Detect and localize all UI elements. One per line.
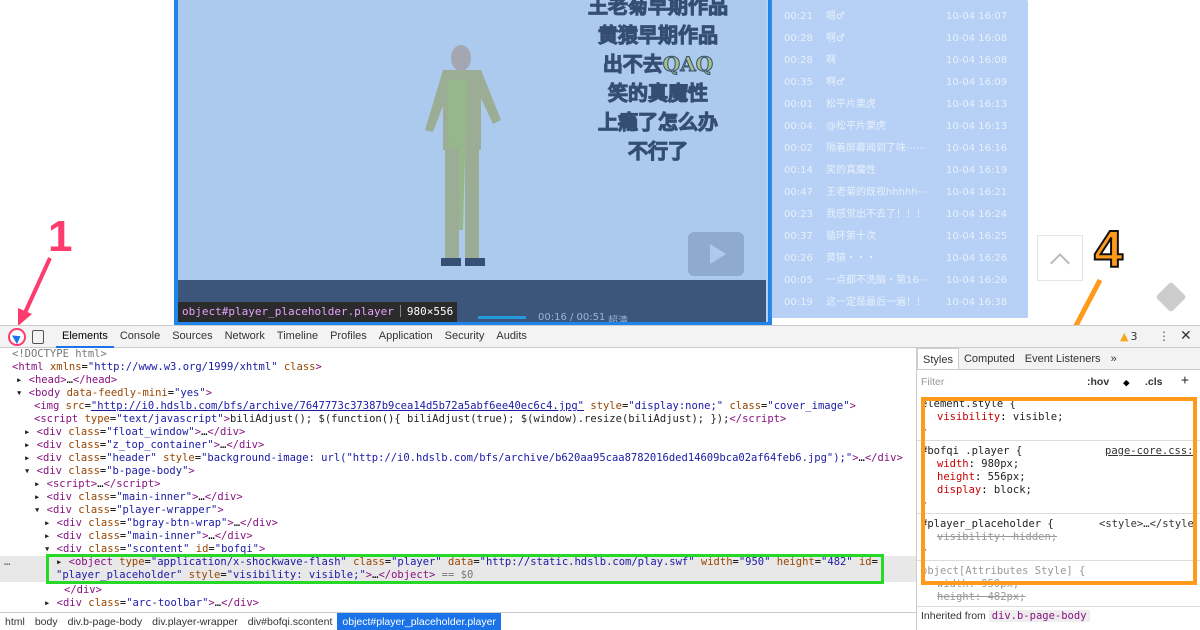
dom-line[interactable]: ▸ <script>…</script> [34,478,160,491]
inherited-label: Inherited from [921,610,986,622]
dom-line[interactable]: </div> [64,584,102,597]
tab-timeline[interactable]: Timeline [271,326,324,348]
tab-computed[interactable]: Computed [959,348,1020,369]
color-format-icon[interactable]: ◆ [1123,376,1130,389]
dom-line[interactable]: <!DOCTYPE html> [12,348,107,361]
selected-node-highlight [46,554,884,584]
annotation-4: 4 [1093,220,1124,280]
dom-line[interactable]: ▸ <div class="float_window">…</div> [24,426,245,439]
dom-line[interactable]: ▸ <head>…</head> [16,374,117,387]
dom-line[interactable]: <img src="http://i0.hdslb.com/bfs/archiv… [34,400,856,413]
breadcrumb-item[interactable]: div.player-wrapper [147,613,243,630]
dom-line[interactable]: ▸ <div class="z_top_container">…</div> [24,439,264,452]
tab-application[interactable]: Application [373,326,439,348]
breadcrumb-item[interactable]: div.b-page-body [63,613,148,630]
inherited-target[interactable]: div.b-page-body [988,610,1090,622]
warning-count[interactable]: 3 [1120,330,1137,343]
inherited-from: Inherited from div.b-page-body [921,610,1090,622]
styles-pane: Styles Computed Event Listeners » Filter… [916,348,1200,630]
tab-security[interactable]: Security [439,326,491,348]
styles-highlight [921,397,1197,585]
breadcrumb-item-active[interactable]: object#player_placeholder.player [337,613,501,630]
inspect-element-icon[interactable] [8,328,26,346]
dom-tree: <!DOCTYPE html> <html xmlns="http://www.… [0,348,916,612]
close-icon[interactable]: ✕ [1180,328,1192,344]
dom-line[interactable]: <script type="text/javascript">biliAdjus… [34,413,786,426]
tab-sources[interactable]: Sources [166,326,218,348]
add-rule-icon[interactable]: + [1181,373,1189,388]
tab-event-listeners[interactable]: Event Listeners [1020,348,1106,369]
devtools-toolbar: Elements Console Sources Network Timelin… [0,326,1200,348]
breadcrumb-item[interactable]: html [0,613,30,630]
tab-elements[interactable]: Elements [56,326,114,348]
breadcrumb-item[interactable]: div#bofqi.scontent [243,613,338,630]
tab-styles[interactable]: Styles [917,348,959,369]
more-menu-icon[interactable]: ⋮ [1158,329,1170,343]
dom-line[interactable]: <html xmlns="http://www.w3.org/1999/xhtm… [12,361,322,374]
dom-line[interactable]: ▸ <div class="header" style="background-… [24,452,903,465]
dom-line[interactable]: ▾ <body data-feedly-mini="yes"> [16,387,212,400]
dom-line[interactable]: ▾ <div class="player-wrapper"> [34,504,224,517]
tab-network[interactable]: Network [219,326,271,348]
breadcrumb-item[interactable]: body [30,613,63,630]
tab-profiles[interactable]: Profiles [324,326,373,348]
dom-line[interactable]: ▾ <div class="b-page-body"> [24,465,195,478]
dom-line[interactable]: ▸ <div class="arc-toolbar">…</div> [44,597,259,610]
dom-line[interactable]: ▸ <div class="main-inner">…</div> [44,530,253,543]
arrow-1 [18,257,52,326]
dom-line[interactable]: ▸ <div class="bgray-btn-wrap">…</div> [44,517,278,530]
breadcrumb: html body div.b-page-body div.player-wra… [0,612,916,630]
devtools-tabs: Elements Console Sources Network Timelin… [56,326,533,348]
more-tabs-icon[interactable]: » [1106,348,1122,369]
screenshot-root: 王老菊早期作品 黄猿早期作品 出不去QAQ 笑的真魔性 上瘾了怎么办 不行了 0… [0,0,1200,630]
hov-toggle[interactable]: :hov [1087,376,1109,388]
style-declaration-overridden[interactable]: height: 482px; [937,591,1026,604]
tab-audits[interactable]: Audits [490,326,533,348]
cls-toggle[interactable]: .cls [1145,376,1163,388]
styles-filter-input[interactable]: Filter [921,376,944,388]
styles-tabs: Styles Computed Event Listeners » [917,348,1200,370]
dom-line[interactable]: ▸ <div class="main-inner">…</div> [34,491,243,504]
device-toggle-icon[interactable] [32,330,44,344]
tab-console[interactable]: Console [114,326,166,348]
devtools-panel: Elements Console Sources Network Timelin… [0,325,1200,630]
